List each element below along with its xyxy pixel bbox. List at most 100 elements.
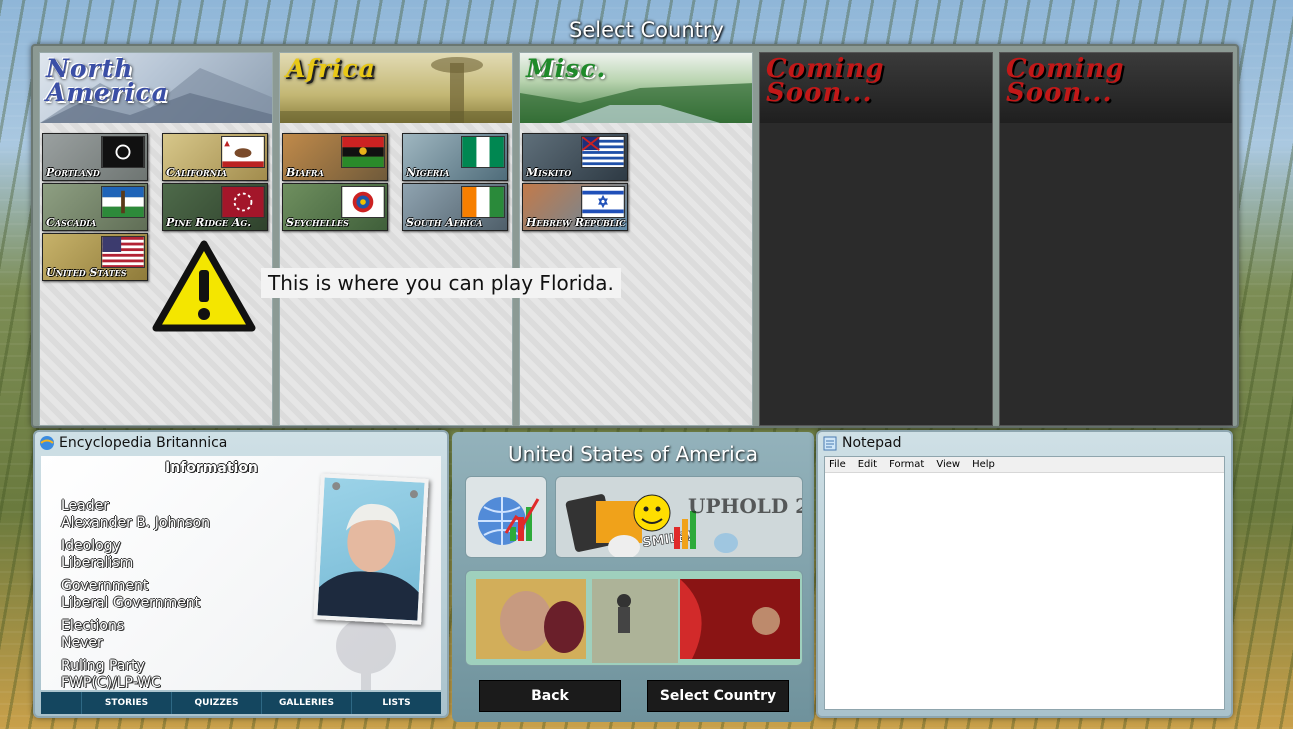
portland-flag-icon: [101, 136, 145, 168]
miskito-flag-icon: [581, 136, 625, 168]
uphold-caption: UPHOLD 2A!: [688, 494, 803, 518]
selected-country-panel: United States of America SMILE! UPHOLD 2…: [452, 432, 814, 722]
tooltip-text: This is where you can play Florida.: [261, 268, 621, 298]
pine-ridge-flag-icon: [221, 186, 265, 218]
nigeria-flag-icon: [461, 136, 505, 168]
country-label: California: [166, 166, 227, 179]
encyclopedia-tab-bar: STORIES QUIZZES GALLERIES LISTS: [41, 692, 441, 714]
country-tile-pine-ridge[interactable]: Pine Ridge Ag.: [162, 183, 268, 231]
tab-stories[interactable]: STORIES: [81, 692, 171, 714]
info-label: Leader: [61, 498, 110, 514]
country-label: Cascadia: [46, 216, 97, 229]
notepad-title-bar: Notepad: [818, 432, 1231, 454]
country-tile-nigeria[interactable]: Nigeria: [402, 133, 508, 181]
info-label: Ideology: [61, 538, 121, 554]
country-selection-frame: North America Portland California Cascad…: [31, 44, 1239, 428]
seychelles-flag-icon: [341, 186, 385, 218]
country-label: Biafra: [286, 166, 324, 179]
california-flag-icon: [221, 136, 265, 168]
menu-edit[interactable]: Edit: [858, 457, 877, 472]
south-africa-flag-icon: [461, 186, 505, 218]
region-title-africa: Africa: [286, 54, 376, 83]
info-ideology: Ideology Liberalism: [61, 538, 133, 572]
country-tile-south-africa[interactable]: South Africa: [402, 183, 508, 231]
country-tile-biafra[interactable]: Biafra: [282, 133, 388, 181]
leader-portrait-image: [317, 482, 419, 621]
info-value: Never: [61, 635, 103, 651]
region-column-coming-soon-1: Coming Soon...: [759, 52, 993, 426]
info-government: Government Liberal Government: [61, 578, 200, 612]
region-header-coming-soon-2: Coming Soon...: [1000, 53, 1232, 123]
society-card[interactable]: SMILE! UPHOLD 2A!: [555, 476, 803, 558]
info-label: Elections: [61, 618, 125, 634]
notepad-menubar: File Edit Format View Help: [825, 457, 1224, 473]
country-tile-portland[interactable]: Portland: [42, 133, 148, 181]
region-title-coming-soon: Coming Soon...: [766, 54, 885, 108]
country-label: South Africa: [406, 216, 483, 229]
country-tile-seychelles[interactable]: Seychelles: [282, 183, 388, 231]
info-value: FWP(C)/LP-WC: [61, 675, 161, 690]
region-title-coming-soon: Coming Soon...: [1006, 54, 1125, 108]
country-label: Pine Ridge Ag.: [166, 216, 252, 229]
menu-format[interactable]: Format: [889, 457, 924, 472]
tab-quizzes[interactable]: QUIZZES: [171, 692, 261, 714]
region-column-misc: Misc. Miskito Hebrew Republic: [519, 52, 753, 426]
economy-card[interactable]: [465, 476, 547, 558]
notepad-client: File Edit Format View Help: [824, 456, 1225, 710]
info-label: Ruling Party: [61, 658, 145, 674]
politics-card[interactable]: [465, 570, 803, 666]
warning-icon: [152, 240, 256, 332]
country-label: Seychelles: [286, 216, 349, 229]
cascadia-flag-icon: [101, 186, 145, 218]
tab-lists[interactable]: LISTS: [351, 692, 441, 714]
region-header-coming-soon-1: Coming Soon...: [760, 53, 992, 123]
region-title-misc: Misc.: [526, 54, 607, 83]
encyclopedia-heading: Information: [165, 460, 258, 476]
country-label: Hebrew Republic: [526, 216, 626, 229]
tab-galleries[interactable]: GALLERIES: [261, 692, 351, 714]
country-tile-miskito[interactable]: Miskito: [522, 133, 628, 181]
encyclopedia-window-title: Encyclopedia Britannica: [59, 435, 228, 451]
hebrew-republic-flag-icon: [581, 186, 625, 218]
browser-globe-icon: [40, 436, 54, 450]
notepad-icon: [823, 436, 837, 451]
notepad-window: Notepad File Edit Format View Help: [816, 430, 1233, 718]
leader-portrait: [313, 473, 429, 625]
info-ruling-party: Ruling Party FWP(C)/LP-WC: [61, 658, 161, 690]
info-leader: Leader Alexander B. Johnson: [61, 498, 210, 532]
encyclopedia-body: Information Leader Alexander B. Johnson …: [41, 456, 441, 690]
selected-country-name: United States of America: [508, 442, 758, 466]
country-label: Portland: [46, 166, 100, 179]
region-column-coming-soon-2: Coming Soon...: [999, 52, 1233, 426]
menu-file[interactable]: File: [829, 457, 846, 472]
country-tile-california[interactable]: California: [162, 133, 268, 181]
notepad-text-area[interactable]: [825, 473, 1224, 709]
encyclopedia-window: Encyclopedia Britannica Information Lead…: [33, 430, 449, 718]
country-label: Nigeria: [406, 166, 450, 179]
country-tile-cascadia[interactable]: Cascadia: [42, 183, 148, 231]
biafra-flag-icon: [341, 136, 385, 168]
info-value: Alexander B. Johnson: [61, 515, 210, 531]
country-tile-hebrew-republic[interactable]: Hebrew Republic: [522, 183, 628, 231]
society-collage-image: SMILE! UPHOLD 2A!: [565, 494, 803, 557]
encyclopedia-title-bar: Encyclopedia Britannica: [35, 432, 447, 454]
globe-chart-icon: [478, 497, 540, 545]
select-country-button[interactable]: Select Country: [647, 680, 789, 712]
region-column-north-america: North America Portland California Cascad…: [39, 52, 273, 426]
menu-view[interactable]: View: [936, 457, 960, 472]
country-tile-united-states[interactable]: United States: [42, 233, 148, 281]
politics-collage-image: [476, 579, 800, 663]
info-label: Government: [61, 578, 149, 594]
info-value: Liberalism: [61, 555, 134, 571]
country-label: Miskito: [526, 166, 572, 179]
screen-title: Select Country: [569, 18, 724, 42]
back-button[interactable]: Back: [479, 680, 621, 712]
region-title-north-america: North America: [46, 54, 169, 107]
country-label: United States: [46, 266, 127, 279]
menu-help[interactable]: Help: [972, 457, 995, 472]
region-header-africa: Africa: [280, 53, 512, 123]
united-states-flag-icon: [101, 236, 145, 268]
notepad-window-title: Notepad: [842, 435, 902, 451]
info-elections: Elections Never: [61, 618, 124, 652]
region-header-misc: Misc.: [520, 53, 752, 123]
